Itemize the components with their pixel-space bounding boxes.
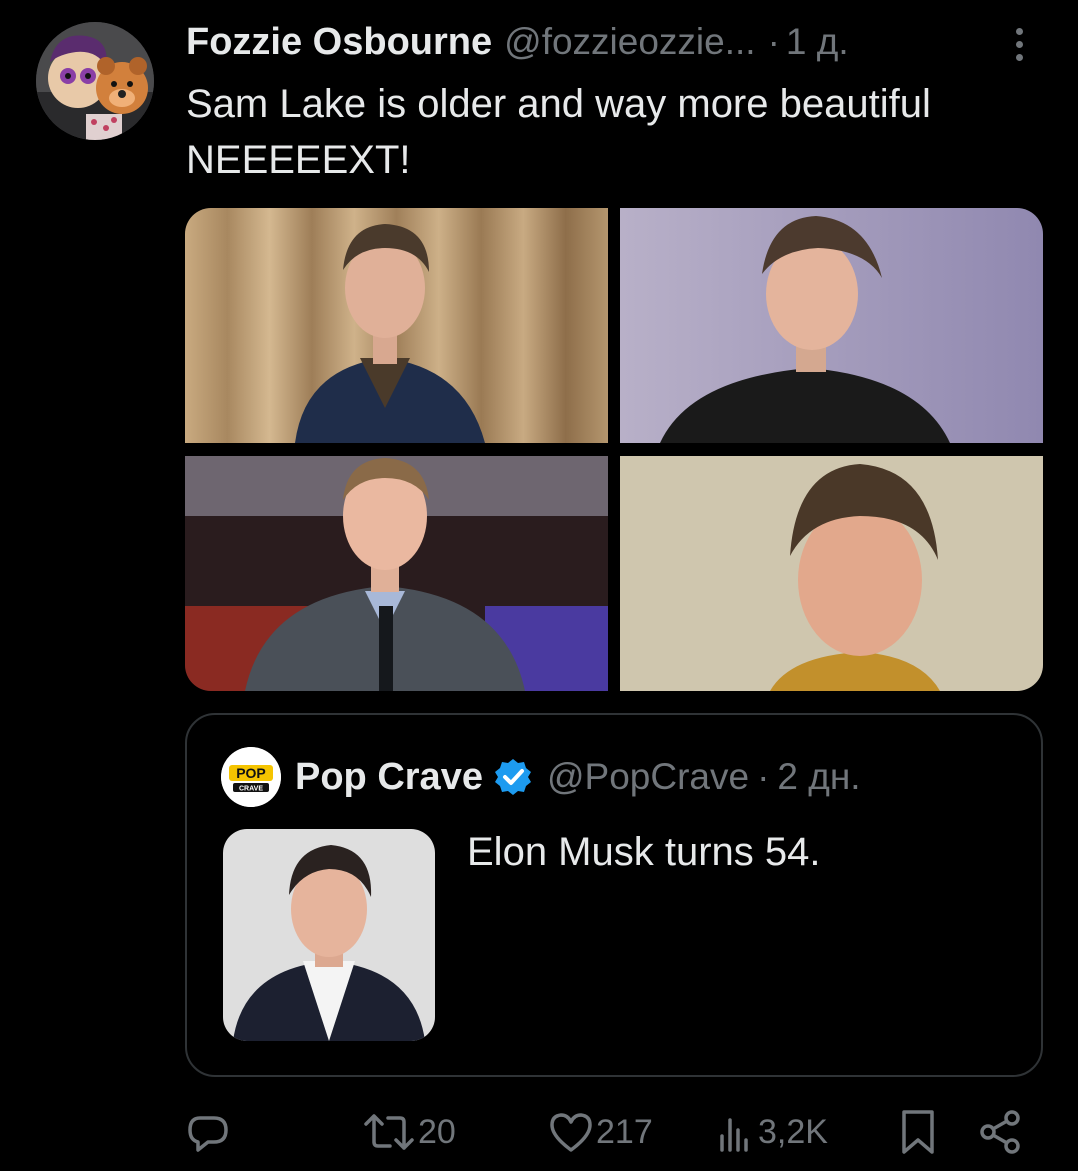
- bookmark-icon: [902, 1110, 934, 1154]
- like-count: 217: [596, 1112, 653, 1151]
- share-button[interactable]: [978, 1106, 1022, 1158]
- media-photo-3[interactable]: [185, 456, 608, 691]
- views-icon: [720, 1118, 748, 1152]
- quoted-post-timestamp[interactable]: 2 дн.: [777, 756, 860, 798]
- author-display-name[interactable]: Fozzie Osbourne: [186, 21, 492, 64]
- post-text: Sam Lake is older and way more beautiful…: [186, 76, 1046, 188]
- like-button[interactable]: 217: [548, 1106, 653, 1158]
- repost-icon: [364, 1114, 414, 1150]
- quoted-post-header: POP CRAVE Pop Crave @PopCrave · 2 дн.: [221, 747, 861, 807]
- action-bar: 20 217 3,2K: [186, 1106, 1026, 1158]
- pop-crave-logo-top: POP: [236, 765, 266, 781]
- quoted-post-photo[interactable]: [223, 829, 435, 1041]
- views-button[interactable]: 3,2K: [716, 1106, 828, 1158]
- post-text-line: Sam Lake is older and way more beautiful: [186, 82, 931, 126]
- repost-button[interactable]: 20: [362, 1106, 456, 1158]
- media-grid: [185, 208, 1043, 691]
- more-options-icon[interactable]: [1004, 22, 1034, 66]
- reply-button[interactable]: [186, 1106, 230, 1158]
- share-icon: [980, 1110, 1020, 1154]
- separator-dot: ·: [757, 756, 770, 797]
- pop-crave-logo-bottom: CRAVE: [239, 786, 263, 793]
- post-header: Fozzie Osbourne @fozzieozzie... · 1 д.: [186, 14, 1036, 70]
- quoted-author-handle[interactable]: @PopCrave: [547, 756, 749, 798]
- author-handle[interactable]: @fozzieozzie...: [504, 21, 755, 63]
- verified-badge-icon: [494, 759, 531, 795]
- quoted-author-avatar[interactable]: POP CRAVE: [221, 747, 281, 807]
- cartoon-bear-avatar-icon: [36, 22, 154, 140]
- bookmark-button[interactable]: [898, 1106, 938, 1158]
- quoted-post-text: Elon Musk turns 54.: [467, 830, 821, 874]
- media-photo-2[interactable]: [620, 208, 1043, 443]
- repost-count: 20: [418, 1112, 456, 1151]
- pop-crave-logo-icon: POP CRAVE: [221, 747, 281, 807]
- heart-icon: [550, 1113, 592, 1152]
- post-text-line: NEEEEEXT!: [186, 138, 411, 182]
- post-timestamp[interactable]: 1 д.: [786, 21, 849, 63]
- media-photo-1[interactable]: [185, 208, 608, 443]
- separator-dot: ·: [767, 21, 780, 62]
- quoted-post[interactable]: POP CRAVE Pop Crave @PopCrave · 2 дн. El…: [185, 713, 1043, 1077]
- views-count: 3,2K: [758, 1112, 828, 1151]
- quoted-author-display-name[interactable]: Pop Crave: [295, 756, 483, 799]
- media-photo-4[interactable]: [620, 456, 1043, 691]
- author-avatar[interactable]: [36, 22, 154, 140]
- reply-icon: [188, 1116, 228, 1152]
